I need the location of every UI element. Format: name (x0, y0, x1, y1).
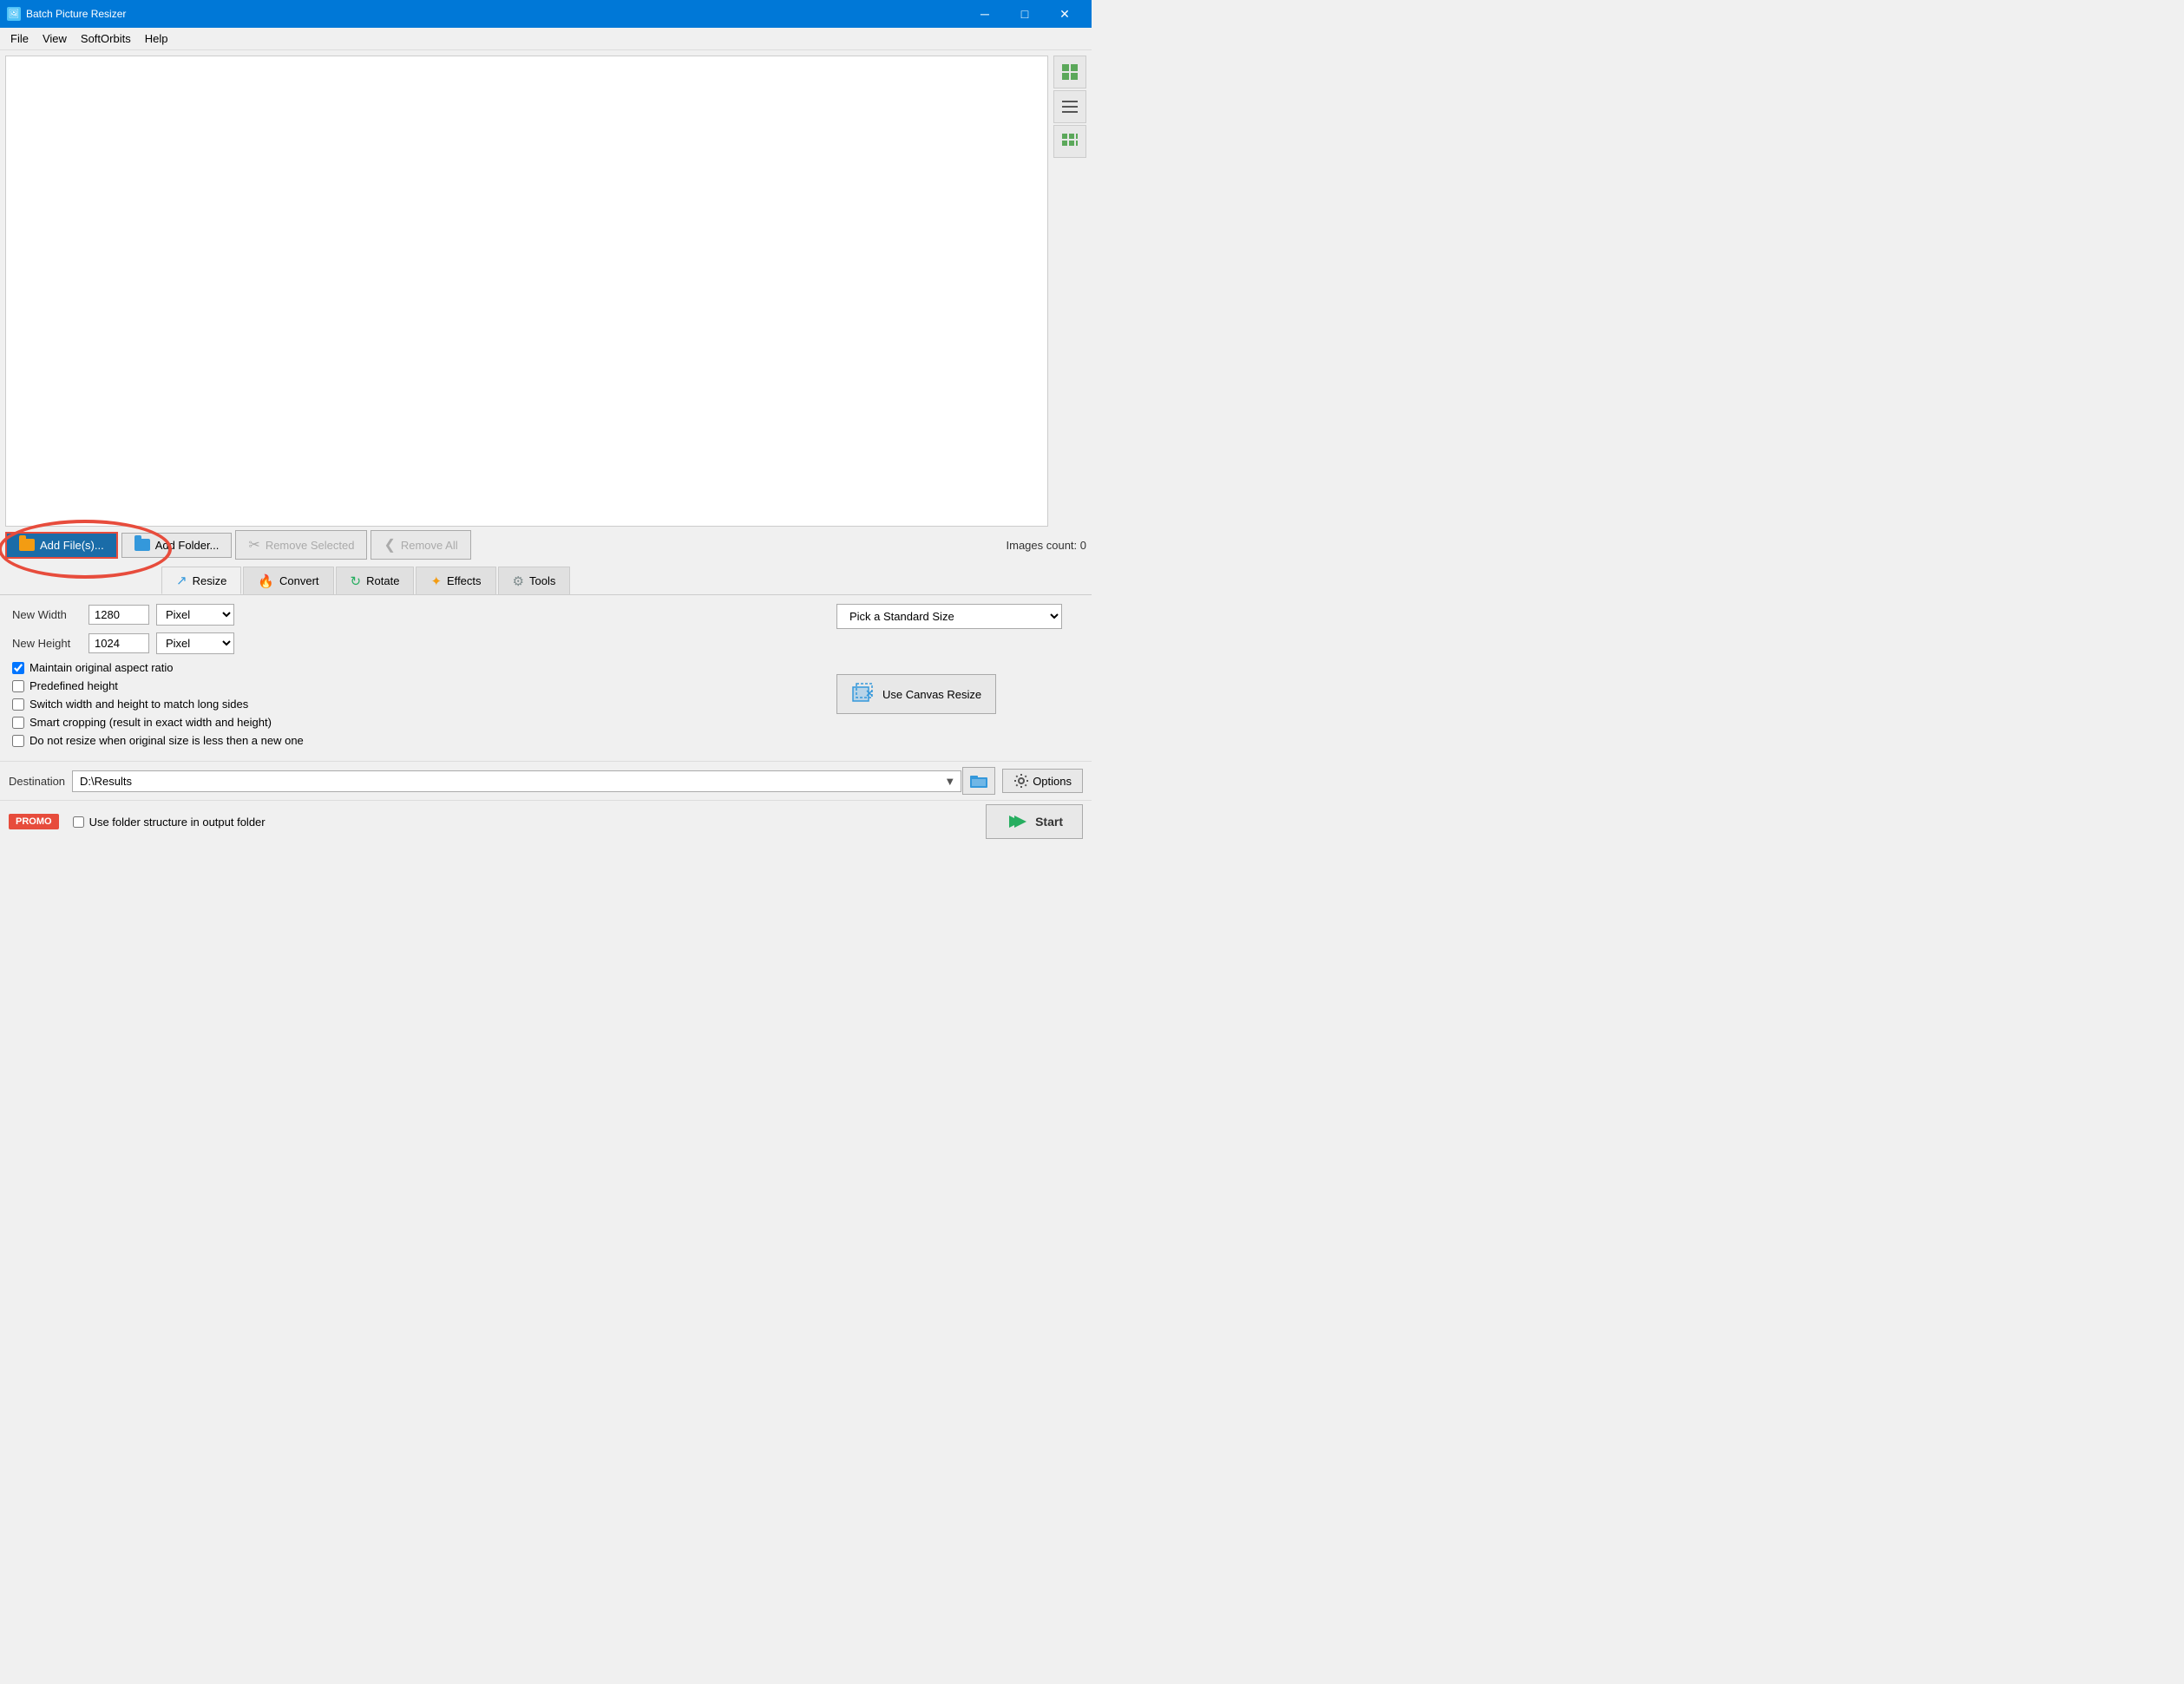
promo-badge: PROMO (9, 814, 59, 829)
destination-row: Destination ▼ Options (0, 761, 1092, 800)
menu-softorbits[interactable]: SoftOrbits (74, 30, 138, 47)
remove-selected-button[interactable]: ✂ Remove Selected (235, 530, 367, 560)
remove-all-icon: ❮ (384, 536, 395, 554)
canvas-resize-icon (851, 682, 876, 706)
new-height-label: New Height (12, 637, 82, 650)
maintain-aspect-ratio-label: Maintain original aspect ratio (30, 661, 173, 674)
new-height-input[interactable] (89, 633, 149, 653)
start-button[interactable]: Start (986, 804, 1083, 839)
settings-panel: New Width Pixel Percent Inch cm New Heig… (0, 594, 1092, 761)
bottom-bar: PROMO Use folder structure in output fol… (0, 800, 1092, 842)
menu-view[interactable]: View (36, 30, 74, 47)
canvas-resize-label: Use Canvas Resize (882, 688, 981, 701)
menu-file[interactable]: File (3, 30, 36, 47)
start-label: Start (1035, 815, 1063, 829)
title-bar: 🖼 Batch Picture Resizer ─ □ ✕ (0, 0, 1092, 28)
start-icon (1006, 812, 1028, 831)
tab-rotate[interactable]: ↻ Rotate (336, 567, 415, 594)
view-buttons (1053, 56, 1086, 527)
close-button[interactable]: ✕ (1045, 0, 1085, 28)
app-icon: 🖼 (7, 7, 21, 21)
gear-icon (1013, 773, 1029, 789)
list-view-button[interactable] (1053, 90, 1086, 123)
options-label: Options (1033, 775, 1072, 788)
tab-tools[interactable]: ⚙ Tools (498, 567, 571, 594)
app-title: Batch Picture Resizer (26, 8, 126, 20)
add-files-button[interactable]: Add File(s)... (5, 532, 118, 559)
grid-view-button[interactable] (1053, 125, 1086, 158)
width-unit-select[interactable]: Pixel Percent Inch cm (156, 604, 234, 626)
destination-label: Destination (9, 775, 65, 788)
tools-tab-icon: ⚙ (513, 573, 524, 589)
tools-tab-label: Tools (529, 574, 555, 587)
effects-tab-icon: ✦ (430, 573, 442, 589)
height-unit-select[interactable]: Pixel Percent Inch cm (156, 632, 234, 654)
do-not-resize-label: Do not resize when original size is less… (30, 734, 304, 747)
minimize-button[interactable]: ─ (965, 0, 1005, 28)
toolbar-buttons: Add File(s)... Add Folder... ✂ Remove Se… (0, 527, 1092, 563)
destination-path-input[interactable] (72, 770, 961, 792)
remove-all-label: Remove All (401, 539, 458, 552)
folder-structure-label: Use folder structure in output folder (89, 816, 266, 829)
convert-tab-label: Convert (279, 574, 319, 587)
add-folder-button[interactable]: Add Folder... (121, 533, 233, 558)
resize-tab-label: Resize (193, 574, 227, 587)
do-not-resize-checkbox[interactable] (12, 735, 24, 747)
add-files-label: Add File(s)... (40, 539, 104, 552)
convert-tab-icon: 🔥 (258, 573, 274, 589)
thumbnail-view-button[interactable] (1053, 56, 1086, 88)
images-count: Images count: 0 (1007, 539, 1087, 552)
resize-tab-icon: ↗ (176, 573, 187, 588)
browse-destination-button[interactable] (962, 767, 995, 795)
tab-resize[interactable]: ↗ Resize (161, 567, 241, 594)
standard-size-select[interactable]: Pick a Standard Size (836, 604, 1062, 629)
smart-cropping-label: Smart cropping (result in exact width an… (30, 716, 272, 729)
remove-all-button[interactable]: ❮ Remove All (371, 530, 470, 560)
remove-selected-icon: ✂ (248, 536, 259, 554)
canvas-resize-button[interactable]: Use Canvas Resize (836, 674, 996, 714)
add-folder-label: Add Folder... (155, 539, 220, 552)
smart-cropping-checkbox[interactable] (12, 717, 24, 729)
remove-selected-label: Remove Selected (266, 539, 355, 552)
tab-effects[interactable]: ✦ Effects (416, 567, 495, 594)
options-button[interactable]: Options (1002, 769, 1083, 793)
switch-width-height-checkbox[interactable] (12, 698, 24, 711)
browse-icon (969, 773, 988, 789)
predefined-height-checkbox[interactable] (12, 680, 24, 692)
menu-bar: File View SoftOrbits Help (0, 28, 1092, 50)
menu-help[interactable]: Help (138, 30, 175, 47)
effects-tab-label: Effects (447, 574, 482, 587)
switch-width-height-label: Switch width and height to match long si… (30, 698, 248, 711)
tab-convert[interactable]: 🔥 Convert (243, 567, 333, 594)
new-width-input[interactable] (89, 605, 149, 625)
folder-structure-checkbox[interactable] (73, 816, 84, 828)
maintain-aspect-ratio-checkbox[interactable] (12, 662, 24, 674)
add-files-icon (19, 539, 35, 551)
new-width-label: New Width (12, 608, 82, 621)
rotate-tab-label: Rotate (366, 574, 399, 587)
maximize-button[interactable]: □ (1005, 0, 1045, 28)
rotate-tab-icon: ↻ (351, 573, 362, 589)
predefined-height-label: Predefined height (30, 679, 118, 692)
file-list (5, 56, 1048, 527)
add-folder-icon (134, 539, 150, 551)
